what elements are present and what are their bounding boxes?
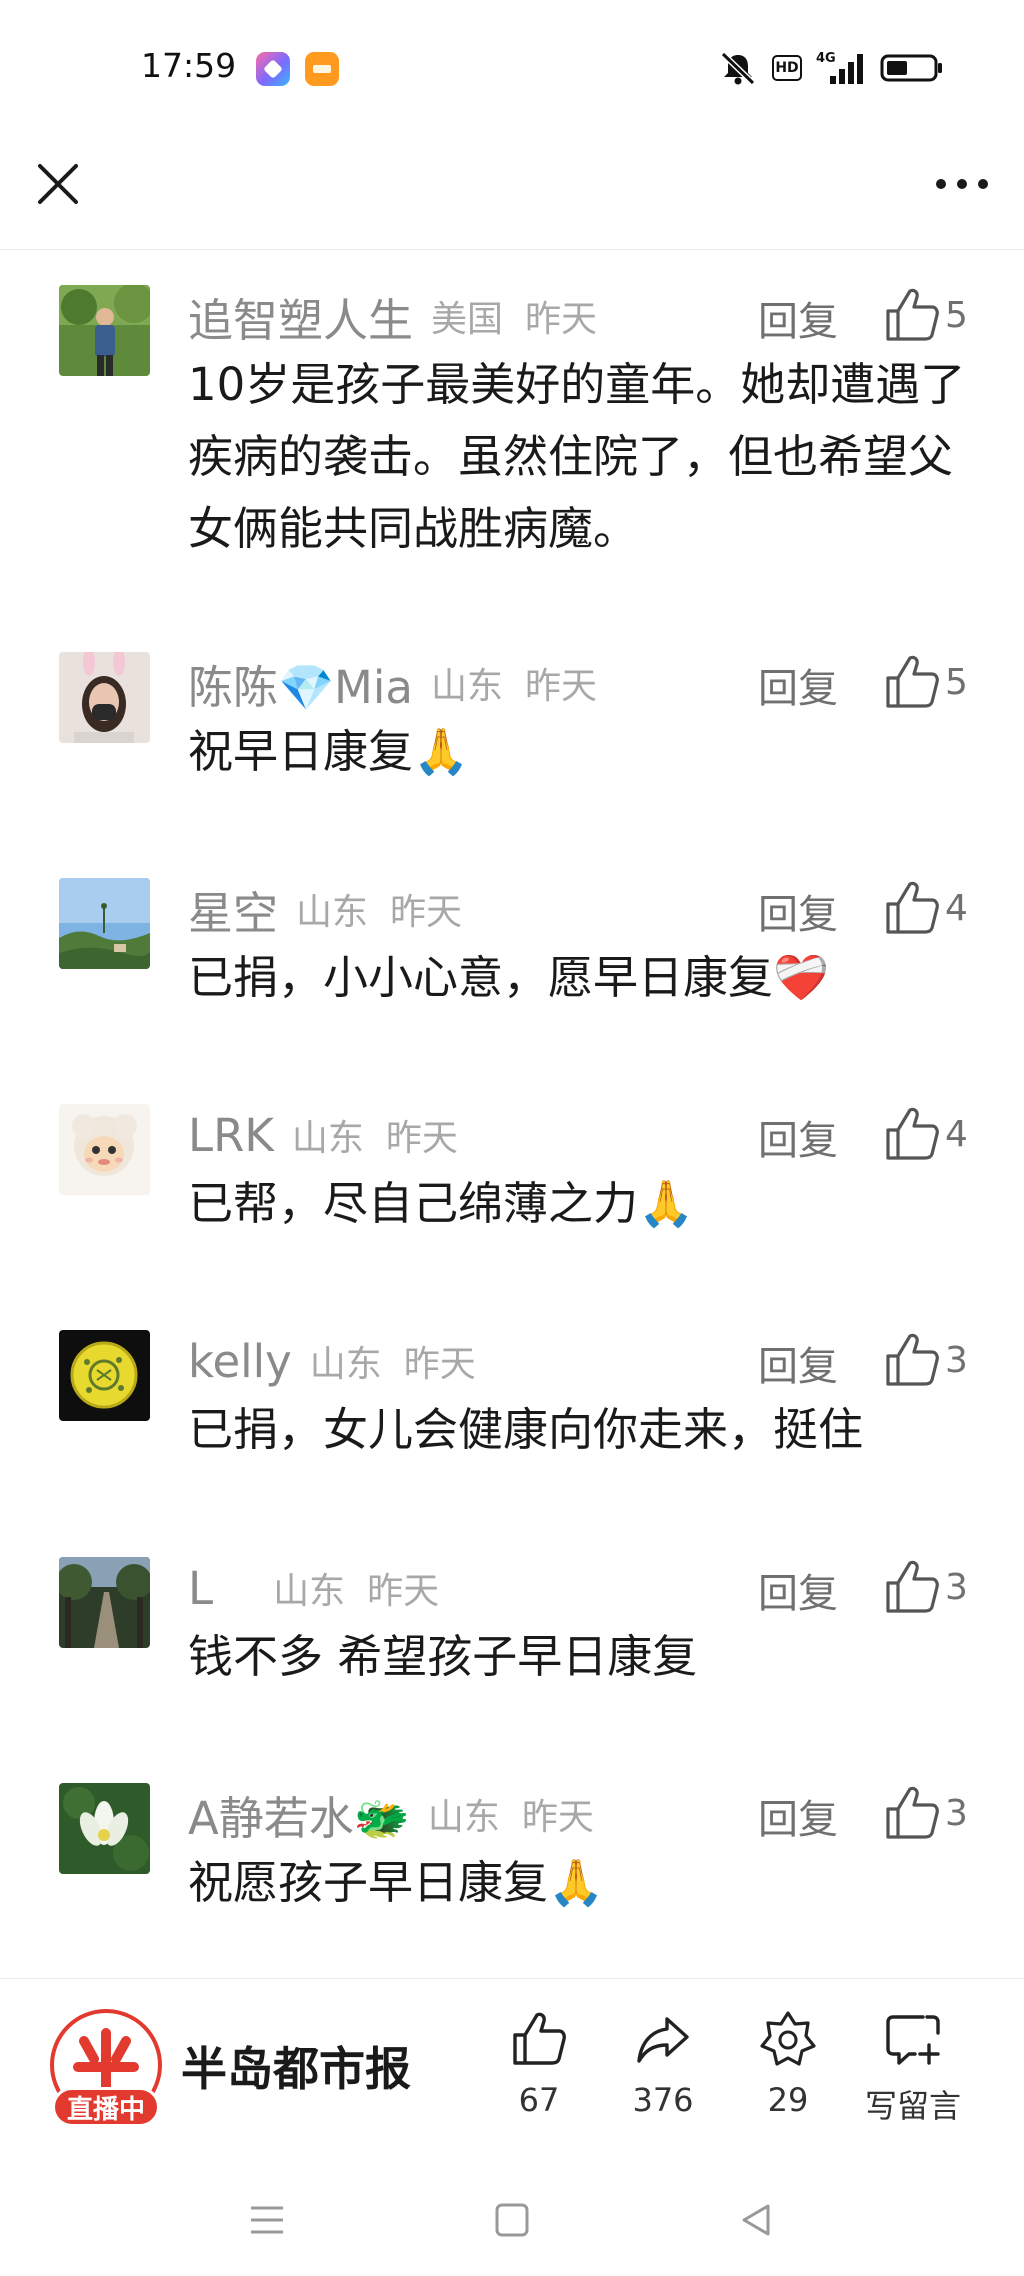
like-count: 3 (945, 1567, 968, 1608)
like-count: 4 (945, 888, 968, 929)
avatar[interactable] (59, 1557, 150, 1648)
menu-nav-button[interactable] (237, 2190, 297, 2250)
reply-button[interactable]: 回复 (758, 1334, 838, 1392)
thumbs-up-icon[interactable] (882, 878, 942, 938)
comment-username[interactable]: A静若水🐲 (188, 1782, 410, 1847)
like-count: 4 (945, 1114, 968, 1155)
reply-button[interactable]: 回复 (758, 656, 838, 714)
comment-location: 山东 (309, 1344, 382, 1385)
comment-location: 山东 (291, 1118, 364, 1159)
like-action-button[interactable]: 67 (484, 2009, 594, 2119)
like-count: 5 (945, 662, 968, 703)
comment-username[interactable]: kelly (188, 1335, 292, 1388)
thumbs-up-icon[interactable] (882, 1104, 942, 1164)
status-indicators: HD 4G (718, 48, 944, 88)
comment-username[interactable]: 追智塑人生 (188, 284, 413, 349)
comment-username[interactable]: 星空 (188, 877, 278, 942)
avatar[interactable] (59, 1104, 150, 1195)
reply-button[interactable]: 回复 (758, 882, 838, 940)
comment-text: 祝愿孩子早日康复🙏 (188, 1856, 605, 1909)
star-icon (760, 2011, 816, 2066)
comment-text: 钱不多 希望孩子早日康复 (188, 1630, 698, 1683)
battery-icon (880, 54, 942, 82)
share-count: 376 (632, 2081, 694, 2119)
comment-time: 昨天 (390, 892, 463, 933)
comment-time: 昨天 (385, 1118, 458, 1159)
comment-text: 已帮，尽自己绵薄之力🙏 (188, 1177, 695, 1230)
brand-name[interactable]: 半岛都市报 (181, 2033, 411, 2099)
thumbs-up-icon (513, 2012, 566, 2065)
avatar[interactable] (59, 285, 150, 376)
comment-time: 昨天 (525, 299, 598, 340)
like-count: 3 (945, 1340, 968, 1381)
avatar[interactable] (59, 878, 150, 969)
status-time: 17:59 (141, 46, 237, 85)
close-button[interactable] (30, 156, 86, 212)
write-comment-label: 写留言 (864, 2087, 961, 2125)
comment-location: 山东 (430, 666, 503, 707)
avatar[interactable] (59, 1330, 150, 1421)
more-icon (936, 179, 988, 189)
signal-4g-icon: 4G (816, 51, 863, 84)
comment-location: 山东 (296, 892, 369, 933)
like-count: 67 (518, 2081, 560, 2119)
network-label: 4G (816, 51, 836, 66)
comment-text: 已捐，女儿会健康向你走来，挺住 (188, 1403, 864, 1456)
comment-location: 美国 (431, 299, 504, 340)
system-nav-bar (0, 2160, 1024, 2276)
comment-time: 昨天 (521, 1797, 594, 1838)
reply-button[interactable]: 回复 (758, 1561, 838, 1619)
hd-badge: HD (772, 55, 802, 81)
comment-location: 山东 (273, 1571, 346, 1612)
menu-icon (251, 2206, 283, 2234)
reply-button[interactable]: 回复 (758, 1108, 838, 1166)
avatar[interactable] (59, 1783, 150, 1874)
favorite-action-button[interactable]: 29 (733, 2009, 843, 2119)
shortcut-app-icon (256, 52, 290, 86)
orange-app-icon (305, 52, 339, 86)
comment-text: 已捐，小小心意，愿早日康复❤️‍🩹 (188, 951, 830, 1004)
comment-username[interactable]: L (188, 1562, 213, 1615)
close-icon (38, 164, 78, 204)
comment-location: 山东 (427, 1797, 500, 1838)
comment-username[interactable]: 陈陈💎Mia (188, 651, 413, 716)
avatar[interactable] (59, 652, 150, 743)
more-button[interactable] (930, 156, 994, 212)
status-bar: 17:59 HD 4G (0, 0, 1024, 132)
like-count: 5 (945, 295, 968, 336)
bottom-action-bar: 直播中 半岛都市报 67 376 29 写留言 (0, 1978, 1024, 2138)
back-nav-button[interactable] (726, 2190, 786, 2250)
comment-time: 昨天 (524, 666, 597, 707)
like-count: 3 (945, 1793, 968, 1834)
thumbs-up-icon[interactable] (882, 1557, 942, 1617)
thumbs-up-icon[interactable] (882, 1330, 942, 1390)
comment-time: 昨天 (367, 1571, 440, 1612)
favorite-count: 29 (767, 2081, 809, 2119)
comment-time: 昨天 (403, 1344, 476, 1385)
reply-button[interactable]: 回复 (758, 1787, 838, 1845)
thumbs-up-icon[interactable] (882, 1783, 942, 1843)
reply-button[interactable]: 回复 (758, 289, 838, 347)
back-triangle-icon (742, 2204, 770, 2236)
home-nav-button[interactable] (482, 2190, 542, 2250)
thumbs-up-icon[interactable] (882, 285, 942, 345)
comment-username[interactable]: LRK (188, 1109, 274, 1162)
comment-text: 祝早日康复🙏 (188, 725, 470, 778)
write-comment-button[interactable]: 写留言 (858, 2009, 968, 2127)
home-square-icon (495, 2203, 529, 2237)
top-bar (0, 132, 1024, 250)
live-badge[interactable]: 直播中 (52, 2087, 160, 2127)
comment-add-icon (886, 2015, 940, 2065)
share-icon (637, 2017, 689, 2063)
share-action-button[interactable]: 376 (608, 2009, 718, 2119)
mute-icon (720, 51, 756, 86)
thumbs-up-icon[interactable] (882, 652, 942, 712)
comment-text: 10岁是孩子最美好的童年。她却遭遇了疾病的袭击。虽然住院了，但也希望父女俩能共同… (188, 358, 966, 555)
